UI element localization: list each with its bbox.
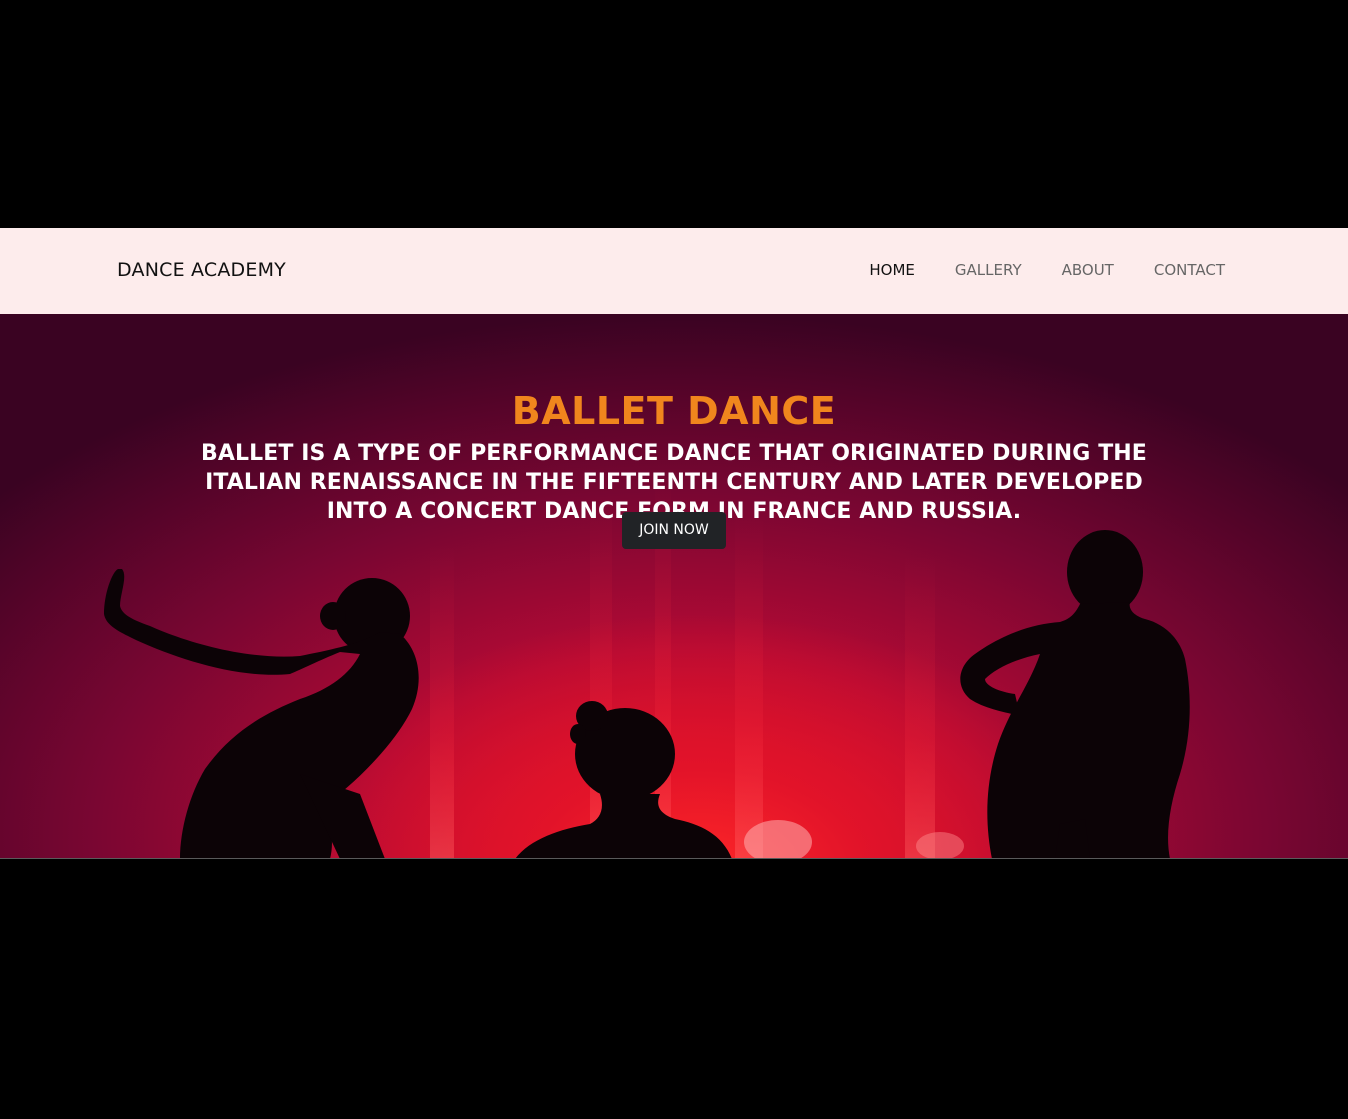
left-dancer-silhouette bbox=[104, 569, 419, 859]
nav-link-contact[interactable]: CONTACT bbox=[1154, 260, 1225, 280]
nav-links: HOME GALLERY ABOUT CONTACT bbox=[829, 260, 1225, 280]
nav-link-about[interactable]: ABOUT bbox=[1062, 260, 1114, 280]
right-dancer-silhouette bbox=[960, 530, 1190, 859]
nav-link-home[interactable]: HOME bbox=[869, 260, 915, 280]
navbar: DANCE ACADEMY HOME GALLERY ABOUT CONTACT bbox=[0, 228, 1348, 314]
hero-divider bbox=[0, 858, 1348, 859]
join-now-button[interactable]: JOIN NOW bbox=[622, 512, 726, 549]
nav-link-gallery[interactable]: GALLERY bbox=[955, 260, 1022, 280]
hero-title: BALLET DANCE bbox=[511, 389, 837, 434]
brand-logo[interactable]: DANCE ACADEMY bbox=[117, 258, 286, 282]
hero-section: BALLET DANCE BALLET IS A TYPE OF PERFORM… bbox=[0, 314, 1348, 859]
center-dancer-silhouette bbox=[515, 701, 732, 859]
